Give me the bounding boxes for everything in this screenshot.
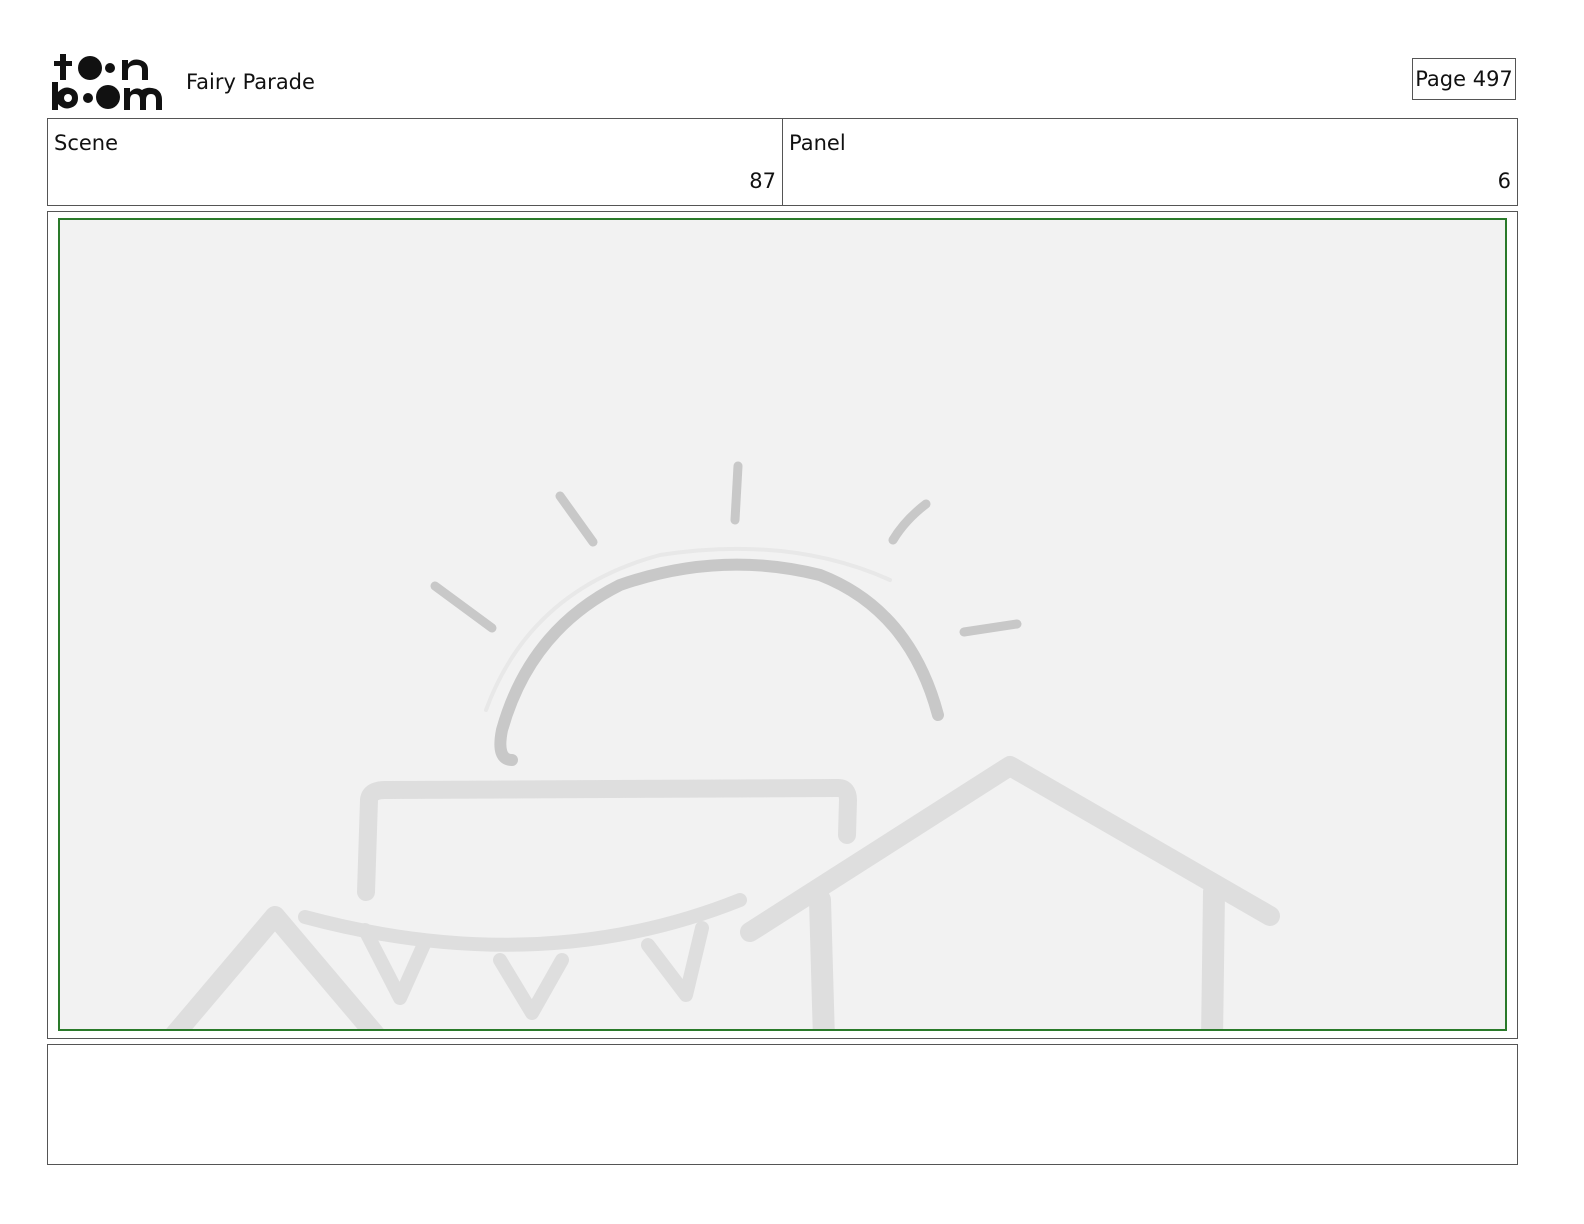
scene-panel-info: Scene 87 Panel 6 <box>47 118 1518 206</box>
storyboard-sketch <box>166 461 1280 1029</box>
panel-value: 6 <box>1497 169 1511 193</box>
project-title: Fairy Parade <box>186 70 315 94</box>
house-wall-right-icon <box>1201 881 1225 1029</box>
scene-value: 87 <box>749 169 776 193</box>
page-number: Page 497 <box>1412 58 1516 100</box>
sun-icon <box>494 558 944 766</box>
scene-cell: Scene 87 <box>48 119 782 205</box>
panel-image <box>58 218 1507 1031</box>
panel-frame <box>47 211 1518 1039</box>
logo-mark-icon <box>52 54 162 110</box>
panel-label: Panel <box>789 131 846 155</box>
scene-label: Scene <box>54 131 119 155</box>
panel-cell: Panel 6 <box>782 119 1517 205</box>
toon-boom-logo <box>52 52 164 110</box>
house-wall-left-icon <box>809 889 835 1029</box>
panel-notes[interactable] <box>47 1044 1518 1165</box>
tent-roof-icon <box>357 779 857 901</box>
